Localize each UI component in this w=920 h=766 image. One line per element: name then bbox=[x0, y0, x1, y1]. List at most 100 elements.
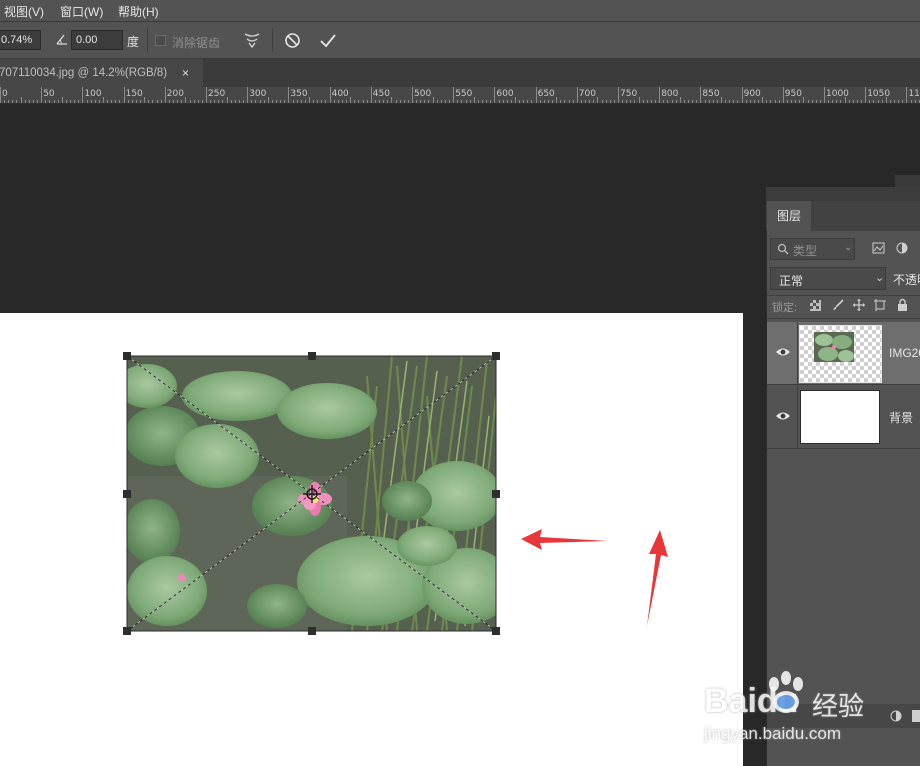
ruler-major-tick bbox=[164, 87, 166, 103]
ruler-minor-tick bbox=[61, 97, 63, 103]
layer-filter-placeholder: 类型 bbox=[793, 244, 818, 258]
ruler-minor-tick bbox=[366, 100, 368, 103]
ruler-minor-tick bbox=[214, 100, 216, 103]
ruler-minor-tick bbox=[646, 100, 648, 103]
ruler-minor-tick bbox=[284, 100, 286, 103]
ruler-minor-tick bbox=[189, 100, 191, 103]
ruler-major-tick bbox=[824, 87, 825, 103]
horizontal-ruler[interactable]: 0 50 100 150 200 250 300 350 400 450 500 550 600 650 7… bbox=[0, 87, 920, 104]
ruler-minor-tick bbox=[103, 97, 104, 103]
cancel-transform-icon[interactable] bbox=[284, 32, 301, 49]
ruler-minor-tick bbox=[317, 100, 319, 103]
visibility-eye-icon[interactable] bbox=[775, 410, 791, 422]
scale-input[interactable]: 0.74% bbox=[0, 30, 41, 50]
document-tab[interactable]: 707110034.jpg @ 14.2%(RGB/8) × bbox=[0, 59, 203, 87]
layers-panel-header[interactable] bbox=[766, 187, 920, 201]
adjustment-filter-icon[interactable] bbox=[896, 242, 908, 254]
angle-input[interactable]: 0.00 bbox=[71, 30, 123, 50]
commit-transform-icon[interactable] bbox=[319, 32, 337, 49]
menu-item-window[interactable]: 窗口(W) bbox=[60, 3, 103, 20]
visibility-eye-icon[interactable] bbox=[775, 346, 791, 358]
ruler-major-tick bbox=[82, 87, 84, 103]
ruler-minor-tick bbox=[267, 97, 269, 103]
ruler-minor-tick bbox=[729, 100, 731, 103]
ruler-minor-tick bbox=[78, 100, 80, 103]
ruler-minor-tick bbox=[337, 100, 339, 103]
lock-all-icon[interactable] bbox=[897, 298, 908, 311]
ruler-minor-tick bbox=[795, 100, 797, 103]
ruler-minor-tick bbox=[725, 100, 727, 103]
watermark-url: jingyan.baidu.com bbox=[704, 724, 842, 743]
layer-name[interactable]: 背景 bbox=[889, 409, 913, 426]
search-icon bbox=[777, 243, 789, 255]
ruler-minor-tick bbox=[881, 100, 883, 103]
ruler-minor-tick bbox=[444, 100, 446, 103]
ruler-minor-tick bbox=[502, 100, 504, 103]
ruler-minor-tick bbox=[498, 100, 500, 103]
ruler-label: 300 bbox=[249, 89, 267, 99]
ruler-minor-tick bbox=[688, 100, 690, 103]
workspace-area bbox=[0, 104, 766, 313]
ruler-minor-tick bbox=[168, 100, 170, 103]
panel-collapse-tab[interactable] bbox=[895, 175, 920, 187]
close-tab-icon[interactable]: × bbox=[182, 59, 189, 87]
menu-item-view[interactable]: 视图(V) bbox=[4, 3, 44, 20]
ruler-minor-tick bbox=[630, 100, 632, 103]
transform-bounding-box[interactable] bbox=[120, 349, 504, 639]
ruler-minor-tick bbox=[568, 100, 570, 103]
ruler-minor-tick bbox=[564, 100, 566, 103]
ruler-minor-tick bbox=[119, 100, 121, 103]
ruler-minor-tick bbox=[556, 97, 558, 103]
ruler-minor-tick bbox=[333, 100, 335, 103]
ruler-minor-tick bbox=[803, 97, 805, 103]
ruler-minor-tick bbox=[465, 100, 467, 103]
ruler-minor-tick bbox=[131, 100, 133, 103]
ruler-minor-tick bbox=[786, 100, 788, 103]
lock-artboard-icon[interactable] bbox=[874, 299, 886, 311]
red-arrow-left-icon bbox=[521, 529, 608, 550]
layer-name[interactable]: IMG20 bbox=[889, 346, 920, 360]
ruler-minor-tick bbox=[613, 100, 615, 103]
ruler-minor-tick bbox=[173, 100, 175, 103]
ruler-minor-tick bbox=[552, 100, 554, 103]
ruler-minor-tick bbox=[580, 100, 582, 103]
antialias-checkbox[interactable] bbox=[155, 35, 166, 46]
ruler-minor-tick bbox=[675, 100, 677, 103]
layer-thumbnail[interactable] bbox=[800, 390, 880, 444]
layer-thumbnail[interactable] bbox=[799, 325, 882, 383]
ruler-major-tick bbox=[288, 87, 290, 103]
ruler-label: 750 bbox=[620, 89, 638, 99]
ruler-minor-tick bbox=[201, 100, 203, 103]
ruler-label: 200 bbox=[166, 89, 184, 99]
ruler-minor-tick bbox=[160, 100, 162, 103]
ruler-major-tick bbox=[0, 87, 1, 103]
ruler-minor-tick bbox=[391, 97, 393, 103]
ruler-major-tick bbox=[329, 87, 331, 103]
ruler-label: 700 bbox=[578, 89, 596, 99]
layer-row-img[interactable]: IMG20 bbox=[767, 322, 920, 385]
ruler-minor-tick bbox=[469, 100, 471, 103]
ruler-minor-tick bbox=[527, 100, 529, 103]
ruler-minor-tick bbox=[218, 100, 220, 103]
paw-logo-icon bbox=[762, 670, 812, 716]
ruler-minor-tick bbox=[271, 100, 273, 103]
warp-mode-icon[interactable] bbox=[243, 31, 261, 49]
angle-unit-label: 度 bbox=[127, 35, 140, 49]
lock-transparency-icon[interactable] bbox=[810, 300, 821, 311]
ruler-minor-tick bbox=[601, 100, 603, 103]
ruler-minor-tick bbox=[94, 100, 96, 103]
ruler-major-tick bbox=[618, 87, 619, 103]
opacity-label: 不透明 bbox=[893, 273, 920, 287]
ruler-minor-tick bbox=[238, 100, 240, 103]
layer-thumbnail-photo bbox=[814, 332, 854, 362]
lock-paint-brush-icon[interactable] bbox=[832, 299, 844, 311]
layer-row-background[interactable]: 背景 bbox=[767, 386, 920, 449]
image-filter-icon[interactable] bbox=[872, 242, 885, 254]
tab-layers[interactable]: 图层 bbox=[767, 201, 811, 232]
layer-filter-select[interactable]: 类型 ⌄ bbox=[770, 238, 855, 260]
ruler-minor-tick bbox=[861, 100, 863, 103]
lock-move-icon[interactable] bbox=[853, 299, 865, 311]
blend-mode-select[interactable]: 正常 ⌄ bbox=[770, 267, 886, 290]
menu-item-help[interactable]: 帮助(H) bbox=[118, 3, 159, 20]
ruler-minor-tick bbox=[98, 100, 100, 103]
